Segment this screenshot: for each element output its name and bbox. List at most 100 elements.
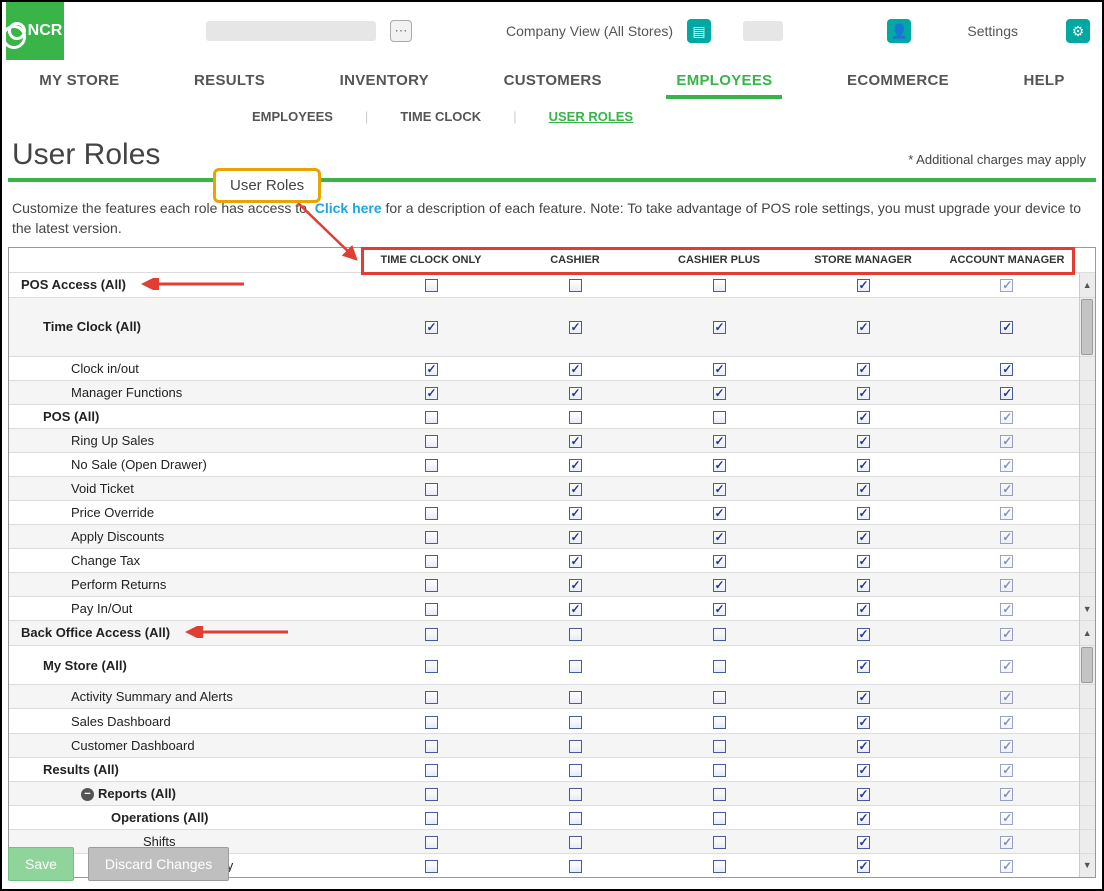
mainnav-employees[interactable]: EMPLOYEES — [666, 66, 782, 99]
checkbox[interactable] — [425, 435, 438, 448]
checkbox[interactable] — [1000, 321, 1013, 334]
gear-icon[interactable]: ⚙ — [1066, 19, 1090, 43]
mainnav-results[interactable]: RESULTS — [184, 66, 275, 99]
checkbox[interactable] — [425, 555, 438, 568]
checkbox[interactable] — [713, 483, 726, 496]
subnav-user-roles[interactable]: USER ROLES — [549, 109, 634, 124]
checkbox[interactable] — [713, 812, 726, 825]
mainnav-ecommerce[interactable]: ECOMMERCE — [837, 66, 959, 99]
checkbox[interactable] — [857, 411, 870, 424]
checkbox[interactable] — [425, 691, 438, 704]
scroll-up-icon[interactable]: ▲ — [1080, 628, 1096, 638]
checkbox[interactable] — [713, 321, 726, 334]
checkbox[interactable] — [713, 660, 726, 673]
dropdown-button[interactable]: ⋯ — [390, 20, 412, 42]
checkbox[interactable] — [857, 660, 870, 673]
checkbox[interactable] — [1000, 387, 1013, 400]
checkbox[interactable] — [425, 531, 438, 544]
checkbox[interactable] — [713, 363, 726, 376]
checkbox[interactable] — [569, 716, 582, 729]
mainnav-help[interactable]: HELP — [1013, 66, 1074, 99]
checkbox[interactable] — [857, 579, 870, 592]
checkbox[interactable] — [569, 507, 582, 520]
company-view-label[interactable]: Company View (All Stores) — [506, 23, 673, 39]
checkbox[interactable] — [425, 603, 438, 616]
checkbox[interactable] — [857, 483, 870, 496]
scroll-up-icon[interactable]: ▲ — [1080, 280, 1096, 290]
checkbox[interactable] — [569, 740, 582, 753]
checkbox[interactable] — [569, 321, 582, 334]
checkbox[interactable] — [425, 628, 438, 641]
checkbox[interactable] — [569, 764, 582, 777]
checkbox[interactable] — [857, 764, 870, 777]
subnav-time-clock[interactable]: TIME CLOCK — [400, 109, 481, 124]
checkbox[interactable] — [569, 483, 582, 496]
checkbox[interactable] — [713, 691, 726, 704]
checkbox[interactable] — [425, 411, 438, 424]
checkbox[interactable] — [857, 628, 870, 641]
checkbox[interactable] — [425, 321, 438, 334]
checkbox[interactable] — [425, 507, 438, 520]
checkbox[interactable] — [713, 459, 726, 472]
save-button[interactable]: Save — [8, 847, 74, 881]
checkbox[interactable] — [857, 788, 870, 801]
checkbox[interactable] — [713, 628, 726, 641]
checkbox[interactable] — [425, 764, 438, 777]
checkbox[interactable] — [857, 459, 870, 472]
checkbox[interactable] — [857, 716, 870, 729]
checkbox[interactable] — [425, 279, 438, 292]
checkbox[interactable] — [569, 812, 582, 825]
checkbox[interactable] — [713, 411, 726, 424]
checkbox[interactable] — [425, 387, 438, 400]
user-icon[interactable]: 👤 — [887, 19, 911, 43]
checkbox[interactable] — [857, 531, 870, 544]
checkbox[interactable] — [569, 628, 582, 641]
mainnav-customers[interactable]: CUSTOMERS — [494, 66, 612, 99]
checkbox[interactable] — [713, 279, 726, 292]
checkbox[interactable] — [425, 788, 438, 801]
checkbox[interactable] — [569, 435, 582, 448]
checkbox[interactable] — [569, 279, 582, 292]
checkbox[interactable] — [857, 555, 870, 568]
scroll-thumb[interactable] — [1081, 647, 1093, 683]
checkbox[interactable] — [425, 579, 438, 592]
checkbox[interactable] — [569, 788, 582, 801]
store-icon[interactable]: ▤ — [687, 19, 711, 43]
checkbox[interactable] — [857, 387, 870, 400]
collapse-icon[interactable]: − — [81, 788, 94, 801]
discard-button[interactable]: Discard Changes — [88, 847, 229, 881]
checkbox[interactable] — [857, 363, 870, 376]
checkbox[interactable] — [569, 531, 582, 544]
checkbox[interactable] — [857, 740, 870, 753]
checkbox[interactable] — [857, 812, 870, 825]
checkbox[interactable] — [713, 740, 726, 753]
checkbox[interactable] — [569, 555, 582, 568]
checkbox[interactable] — [425, 716, 438, 729]
checkbox[interactable] — [713, 387, 726, 400]
checkbox[interactable] — [857, 279, 870, 292]
checkbox[interactable] — [569, 603, 582, 616]
mainnav-my-store[interactable]: MY STORE — [29, 66, 129, 99]
checkbox[interactable] — [713, 531, 726, 544]
checkbox[interactable] — [425, 483, 438, 496]
checkbox[interactable] — [713, 579, 726, 592]
checkbox[interactable] — [857, 507, 870, 520]
checkbox[interactable] — [425, 812, 438, 825]
checkbox[interactable] — [713, 507, 726, 520]
checkbox[interactable] — [857, 691, 870, 704]
settings-link[interactable]: Settings — [967, 23, 1018, 39]
checkbox[interactable] — [857, 603, 870, 616]
scroll-down-icon[interactable]: ▼ — [1080, 604, 1096, 614]
checkbox[interactable] — [713, 788, 726, 801]
checkbox[interactable] — [425, 459, 438, 472]
checkbox[interactable] — [425, 363, 438, 376]
checkbox[interactable] — [857, 435, 870, 448]
checkbox[interactable] — [713, 435, 726, 448]
checkbox[interactable] — [569, 691, 582, 704]
desc-link[interactable]: Click here — [315, 200, 382, 216]
checkbox[interactable] — [569, 660, 582, 673]
checkbox[interactable] — [713, 603, 726, 616]
checkbox[interactable] — [713, 555, 726, 568]
checkbox[interactable] — [569, 459, 582, 472]
checkbox[interactable] — [1000, 363, 1013, 376]
